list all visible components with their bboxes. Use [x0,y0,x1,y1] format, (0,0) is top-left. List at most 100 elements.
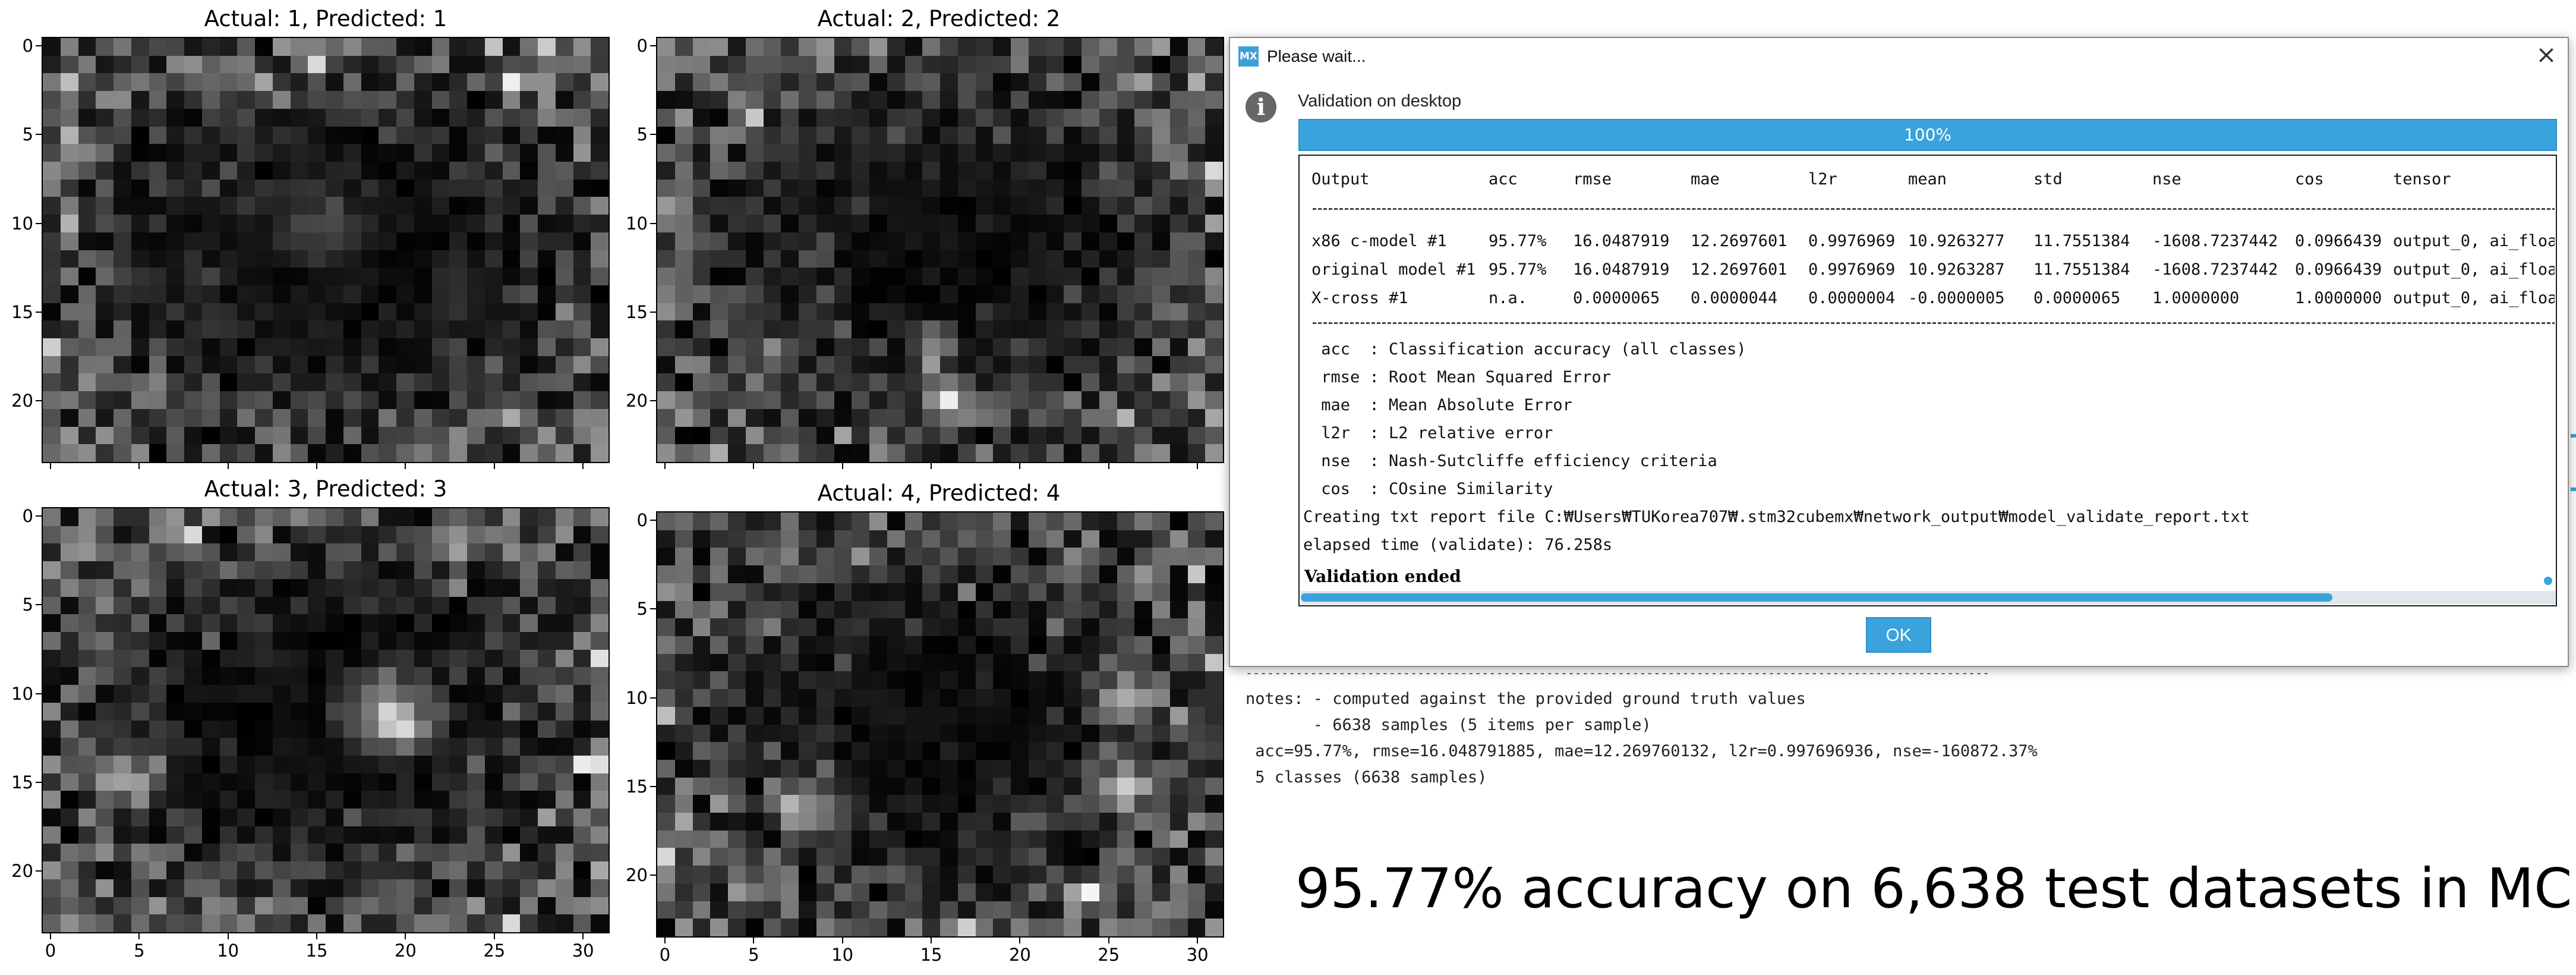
heatmap-cell [1046,232,1064,250]
heatmap-cell [993,671,1011,690]
heatmap-cell [1117,919,1135,936]
heatmap-cell [113,179,131,197]
heatmap-cell [1117,618,1135,636]
heatmap-cell [1064,197,1082,215]
heatmap-cell [272,285,291,303]
heatmap-cell [674,548,693,566]
heatmap-cell [326,685,343,703]
heatmap-cell [149,826,167,844]
heatmap-cell [1169,724,1188,743]
heatmap-cell [763,373,781,392]
heatmap-cell [692,724,711,743]
heatmap-cell [816,444,834,462]
heatmap-cell [1205,512,1223,530]
heatmap-cell [745,706,764,725]
heatmap-cell [343,773,361,791]
heatmap-cell [149,844,167,862]
heatmap-cell [728,759,746,778]
heatmap-cell [326,285,343,303]
heatmap-cell [467,914,485,932]
heatmap-cell [975,866,994,883]
heatmap-cell [1082,600,1099,619]
heatmap-cell [1011,919,1029,936]
heatmap-cell [520,285,538,303]
heatmap-cell [799,742,816,760]
heatmap-cell [852,759,869,778]
close-icon[interactable]: × [2533,42,2559,68]
heatmap-cell [834,108,852,127]
heatmap-cell [887,512,905,530]
heatmap-cell [149,108,167,127]
heatmap-cell [219,755,238,773]
heatmap-cell [834,813,852,831]
heatmap-cell [255,720,273,738]
heatmap-cell [852,724,869,743]
heatmap-cell [237,320,255,339]
vertical-scroll-handle[interactable] [2544,577,2552,585]
heatmap-cell [799,777,816,795]
heatmap-cell [343,543,361,562]
heatmap-cell [657,373,675,392]
heatmap-cell [763,268,781,285]
heatmap-cell [573,408,591,427]
heatmap-cell [728,512,746,530]
horizontal-scrollbar[interactable] [1301,591,2556,604]
y-tick-mark [36,515,42,517]
heatmap-cell [149,596,167,615]
y-tick-label: 0 [22,505,33,526]
heatmap-cell [272,702,291,721]
heatmap-cell [591,561,608,579]
heatmap-cell [763,232,781,250]
heatmap-cell [555,844,573,862]
heatmap-cell [692,919,711,936]
heatmap-cell [96,426,113,445]
heatmap-cell [149,631,167,650]
heatmap-cell [290,426,308,445]
heatmap-cell [237,197,255,215]
heatmap-cell [555,897,573,915]
heatmap-cell [957,866,976,883]
heatmap-cell [1205,618,1223,636]
scrollbar-thumb[interactable] [1301,593,2332,602]
heatmap-cell [674,126,693,144]
heatmap-cell [1099,408,1117,427]
console-line-1: notes: - computed against the provided g… [1246,690,1806,708]
heatmap-cell [113,685,131,703]
heatmap-cell [781,777,799,795]
heatmap-cell [922,759,940,778]
heatmap-cell [184,126,202,144]
heatmap-cell [1187,303,1206,321]
heatmap-cell [308,320,326,339]
heatmap-cell [520,773,538,791]
heatmap-cell [1099,232,1117,250]
report-panel[interactable]: acc : Classification accuracy (all class… [1298,155,2557,606]
heatmap-cell [43,791,61,809]
heatmap-cell [904,108,923,127]
heatmap-cell [149,526,167,544]
heatmap-cell [993,689,1011,707]
heatmap-cell [922,55,940,74]
heatmap-cell [520,38,538,56]
heatmap-cell [692,161,711,180]
heatmap-cell [887,618,905,636]
heatmap-cell [1011,583,1029,601]
heatmap-cell [710,426,728,445]
heatmap-cell [361,73,379,92]
heatmap-cell [131,250,149,268]
heatmap-cell [692,268,711,285]
heatmap-cell [573,844,591,862]
heatmap-cell [591,126,608,144]
heatmap-cell [1134,866,1152,883]
heatmap-cell [484,408,503,427]
heatmap-cell [745,866,764,883]
heatmap-cell [326,91,343,109]
y-tick-mark [36,45,42,46]
heatmap-cell [922,320,940,339]
heatmap-cell [201,720,220,738]
heatmap-cell [816,600,834,619]
heatmap-cell [710,250,728,268]
ok-button[interactable]: OK [1866,617,1931,653]
heatmap-cell [237,338,255,356]
heatmap-cell [745,320,764,339]
heatmap-cell [538,897,556,915]
